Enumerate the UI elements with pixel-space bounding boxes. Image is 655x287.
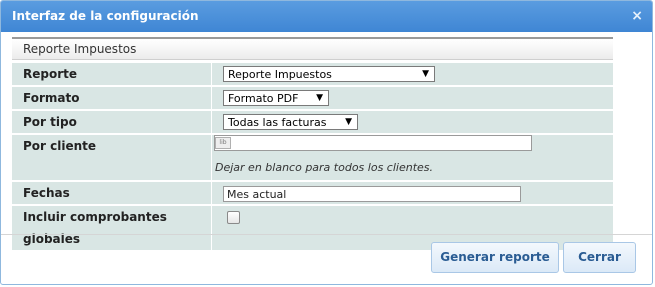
close-icon[interactable]: × [631, 1, 643, 32]
panel-header: Reporte Impuestos [12, 37, 613, 60]
report-form: Reporte Reporte Impuestos ▼ Formato Form… [12, 61, 613, 252]
globales-label: Incluir comprobantes globales [12, 206, 212, 250]
footer-divider [1, 234, 652, 235]
dialog-titlebar[interactable]: Interfaz de la configuración × [1, 1, 652, 32]
cliente-hint: Dejar en blanco para todos los clientes. [215, 161, 434, 174]
reporte-select[interactable]: Reporte Impuestos ▼ [223, 66, 435, 82]
globales-checkbox[interactable] [227, 211, 240, 224]
chevron-down-icon: ▼ [422, 69, 429, 79]
dialog-title: Interfaz de la configuración [12, 9, 199, 23]
row-cliente: Por cliente lib Dejar en blanco para tod… [12, 135, 613, 180]
broken-image-icon: lib [215, 137, 231, 149]
row-reporte: Reporte Reporte Impuestos ▼ [12, 63, 613, 85]
formato-select[interactable]: Formato PDF ▼ [223, 90, 329, 106]
row-fechas: Fechas Mes actual [12, 182, 613, 204]
chevron-down-icon: ▼ [345, 117, 352, 127]
reporte-label: Reporte [12, 63, 212, 85]
tipo-label: Por tipo [12, 111, 212, 133]
fechas-input[interactable]: Mes actual [223, 185, 521, 202]
cliente-label: Por cliente [12, 135, 212, 180]
formato-label: Formato [12, 87, 212, 109]
cliente-input[interactable] [214, 135, 532, 151]
chevron-down-icon: ▼ [316, 93, 323, 103]
close-button[interactable]: Cerrar [563, 242, 636, 273]
configuration-dialog: Interfaz de la configuración × Reporte I… [0, 0, 653, 285]
fechas-label: Fechas [12, 182, 212, 204]
tipo-select-value: Todas las facturas [228, 116, 327, 129]
formato-select-value: Formato PDF [228, 92, 299, 105]
generate-report-button[interactable]: Generar reporte [431, 242, 559, 273]
report-panel: Reporte Impuestos Reporte Reporte Impues… [12, 37, 613, 252]
row-formato: Formato Formato PDF ▼ [12, 87, 613, 109]
row-tipo: Por tipo Todas las facturas ▼ [12, 111, 613, 133]
reporte-select-value: Reporte Impuestos [228, 68, 332, 81]
tipo-select[interactable]: Todas las facturas ▼ [223, 114, 358, 130]
